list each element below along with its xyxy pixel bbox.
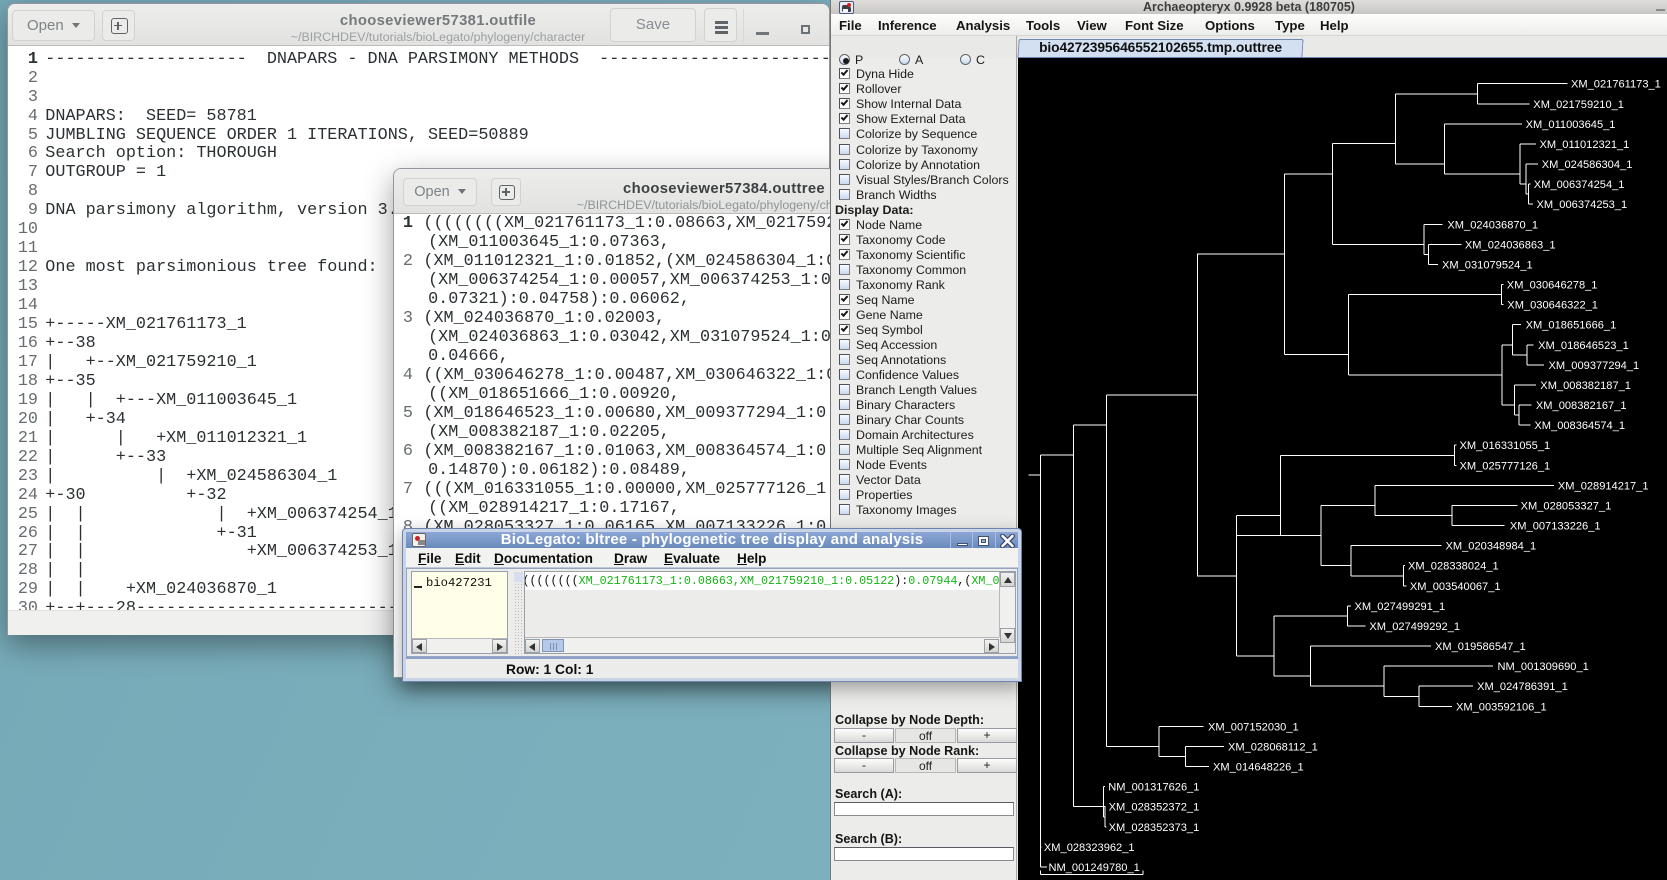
svg-text:XM_024586304_1: XM_024586304_1 (1542, 159, 1633, 171)
svg-text:XM_028068112_1: XM_028068112_1 (1228, 742, 1318, 754)
svg-text:XM_006374254_1: XM_006374254_1 (1534, 179, 1625, 191)
svg-text:XM_024036870_1: XM_024036870_1 (1447, 219, 1538, 231)
svg-text:XM_011012321_1: XM_011012321_1 (1540, 139, 1630, 151)
svg-text:XM_028053327_1: XM_028053327_1 (1521, 501, 1612, 513)
svg-text:XM_031079524_1: XM_031079524_1 (1442, 260, 1533, 272)
svg-text:XM_028323962_1: XM_028323962_1 (1044, 842, 1135, 854)
svg-text:XM_020348984_1: XM_020348984_1 (1446, 541, 1537, 553)
svg-text:NM_001309690_1: NM_001309690_1 (1498, 661, 1589, 673)
svg-text:XM_003592106_1: XM_003592106_1 (1456, 701, 1547, 713)
svg-text:XM_019586547_1: XM_019586547_1 (1435, 641, 1526, 653)
svg-text:NM_001249780_1: NM_001249780_1 (1049, 862, 1140, 874)
svg-text:XM_027499292_1: XM_027499292_1 (1369, 621, 1460, 633)
svg-text:XM_007133226_1: XM_007133226_1 (1510, 521, 1601, 533)
svg-text:XM_003540067_1: XM_003540067_1 (1410, 581, 1501, 593)
svg-text:XM_006374253_1: XM_006374253_1 (1537, 199, 1628, 211)
svg-text:XM_028352372_1: XM_028352372_1 (1109, 802, 1200, 814)
svg-text:XM_030646322_1: XM_030646322_1 (1507, 300, 1598, 312)
svg-text:XM_009377294_1: XM_009377294_1 (1549, 360, 1640, 372)
svg-text:XM_027499291_1: XM_027499291_1 (1355, 601, 1446, 613)
svg-text:XM_021761173_1: XM_021761173_1 (1571, 79, 1661, 91)
svg-text:XM_028338024_1: XM_028338024_1 (1408, 561, 1499, 573)
svg-text:XM_028914217_1: XM_028914217_1 (1558, 480, 1649, 492)
svg-text:XM_016331055_1: XM_016331055_1 (1460, 440, 1551, 452)
svg-text:XM_008364574_1: XM_008364574_1 (1534, 420, 1625, 432)
svg-text:XM_018646523_1: XM_018646523_1 (1538, 340, 1629, 352)
svg-text:XM_024036863_1: XM_024036863_1 (1465, 239, 1556, 251)
svg-text:XM_008382167_1: XM_008382167_1 (1536, 400, 1627, 412)
svg-text:XM_028352373_1: XM_028352373_1 (1109, 822, 1200, 834)
svg-text:XM_011003645_1: XM_011003645_1 (1526, 119, 1616, 131)
svg-text:XM_014648226_1: XM_014648226_1 (1213, 762, 1304, 774)
svg-text:XM_030646278_1: XM_030646278_1 (1507, 280, 1598, 292)
svg-text:XM_008382187_1: XM_008382187_1 (1540, 380, 1631, 392)
svg-text:NM_001317626_1: NM_001317626_1 (1108, 782, 1199, 794)
svg-text:XM_007152030_1: XM_007152030_1 (1208, 721, 1299, 733)
svg-text:XM_018651666_1: XM_018651666_1 (1526, 320, 1617, 332)
svg-text:XM_021759210_1: XM_021759210_1 (1533, 99, 1624, 111)
svg-text:XM_024786391_1: XM_024786391_1 (1477, 681, 1568, 693)
svg-text:XM_025777126_1: XM_025777126_1 (1460, 460, 1551, 472)
